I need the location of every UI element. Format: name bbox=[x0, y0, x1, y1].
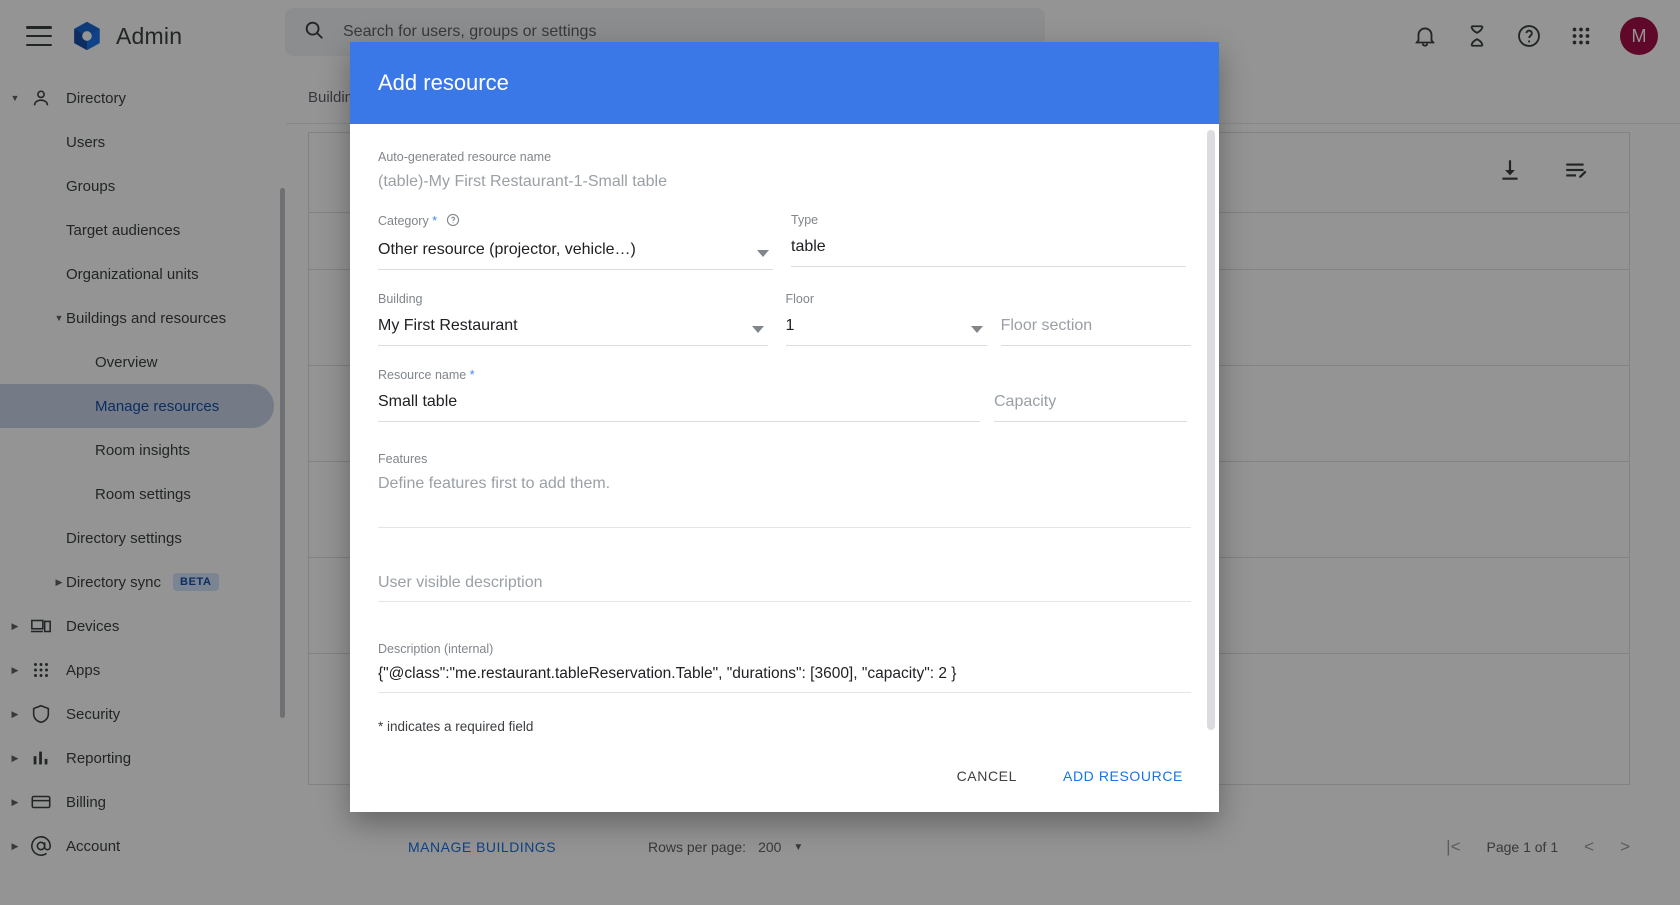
resource-name-caption: Resource name * bbox=[378, 368, 980, 382]
type-input[interactable]: table bbox=[791, 236, 1186, 267]
category-label: Category bbox=[378, 214, 429, 228]
floor-section-input[interactable]: Floor section bbox=[1001, 315, 1191, 346]
floor-section-caption bbox=[1001, 292, 1191, 306]
floor-section-field-wrap: Floor section bbox=[1001, 292, 1191, 346]
auto-name-caption: Auto-generated resource name bbox=[378, 150, 1191, 164]
capacity-caption bbox=[994, 368, 1187, 382]
dialog-body: Auto-generated resource name (table)-My … bbox=[350, 124, 1219, 740]
building-floor-row: Building My First Restaurant Floor 1 bbox=[378, 292, 1191, 346]
dialog-scrollbar[interactable] bbox=[1207, 130, 1215, 730]
building-field-wrap: Building My First Restaurant bbox=[378, 292, 768, 346]
category-caption: Category * bbox=[378, 213, 773, 230]
user-visible-description-input[interactable]: User visible description bbox=[378, 574, 1191, 602]
chevron-down-icon bbox=[752, 326, 764, 333]
required-field-note: * indicates a required field bbox=[378, 719, 1191, 734]
dialog-header: Add resource bbox=[350, 42, 1219, 124]
cancel-button[interactable]: CANCEL bbox=[951, 767, 1023, 785]
app-root: Admin Search for users, groups or settin… bbox=[0, 0, 1680, 905]
resource-name-row: Resource name * Small table Capacity bbox=[378, 368, 1191, 422]
type-value: table bbox=[791, 236, 1186, 258]
features-empty-text: Define features first to add them. bbox=[378, 475, 1191, 493]
chevron-down-icon bbox=[971, 326, 983, 333]
category-field-wrap: Category * Other resource (projector, ve… bbox=[378, 213, 773, 270]
add-resource-dialog: Add resource Auto-generated resource nam… bbox=[350, 42, 1219, 812]
features-block: Features Define features first to add th… bbox=[378, 452, 1191, 528]
building-caption: Building bbox=[378, 292, 768, 306]
resource-name-value: Small table bbox=[378, 391, 980, 413]
category-value: Other resource (projector, vehicle…) bbox=[378, 239, 773, 261]
chevron-down-icon bbox=[757, 250, 769, 257]
description-internal-caption: Description (internal) bbox=[378, 642, 1191, 656]
floor-field-wrap: Floor 1 bbox=[786, 292, 987, 346]
dialog-actions: CANCEL ADD RESOURCE bbox=[350, 740, 1219, 812]
resource-name-label: Resource name bbox=[378, 368, 466, 382]
floor-select[interactable]: 1 bbox=[786, 315, 987, 346]
help-circle-icon[interactable] bbox=[446, 213, 460, 230]
resource-name-wrap: Resource name * Small table bbox=[378, 368, 980, 422]
type-field-wrap: Type table bbox=[791, 213, 1186, 270]
type-caption: Type bbox=[791, 213, 1186, 227]
capacity-wrap: Capacity bbox=[994, 368, 1187, 422]
description-internal-block: Description (internal) {"@class":"me.res… bbox=[378, 642, 1191, 693]
floor-value: 1 bbox=[786, 315, 987, 337]
building-value: My First Restaurant bbox=[378, 315, 768, 337]
dialog-title: Add resource bbox=[378, 70, 509, 96]
auto-generated-name-block: Auto-generated resource name (table)-My … bbox=[378, 150, 1191, 191]
building-select[interactable]: My First Restaurant bbox=[378, 315, 768, 346]
category-select[interactable]: Other resource (projector, vehicle…) bbox=[378, 239, 773, 270]
auto-name-value: (table)-My First Restaurant-1-Small tabl… bbox=[378, 173, 1191, 191]
category-type-row: Category * Other resource (projector, ve… bbox=[378, 213, 1191, 270]
capacity-placeholder: Capacity bbox=[994, 391, 1187, 413]
user-visible-description-placeholder: User visible description bbox=[378, 574, 1191, 592]
floor-caption: Floor bbox=[786, 292, 987, 306]
add-resource-button[interactable]: ADD RESOURCE bbox=[1057, 767, 1189, 785]
resource-name-input[interactable]: Small table bbox=[378, 391, 980, 422]
capacity-input[interactable]: Capacity bbox=[994, 391, 1187, 422]
features-box[interactable]: Define features first to add them. bbox=[378, 475, 1191, 528]
description-internal-input[interactable]: {"@class":"me.restaurant.tableReservatio… bbox=[378, 665, 1191, 693]
floor-section-placeholder: Floor section bbox=[1001, 315, 1191, 337]
features-caption: Features bbox=[378, 452, 1191, 466]
required-asterisk: * bbox=[432, 214, 437, 228]
required-asterisk: * bbox=[470, 368, 475, 382]
